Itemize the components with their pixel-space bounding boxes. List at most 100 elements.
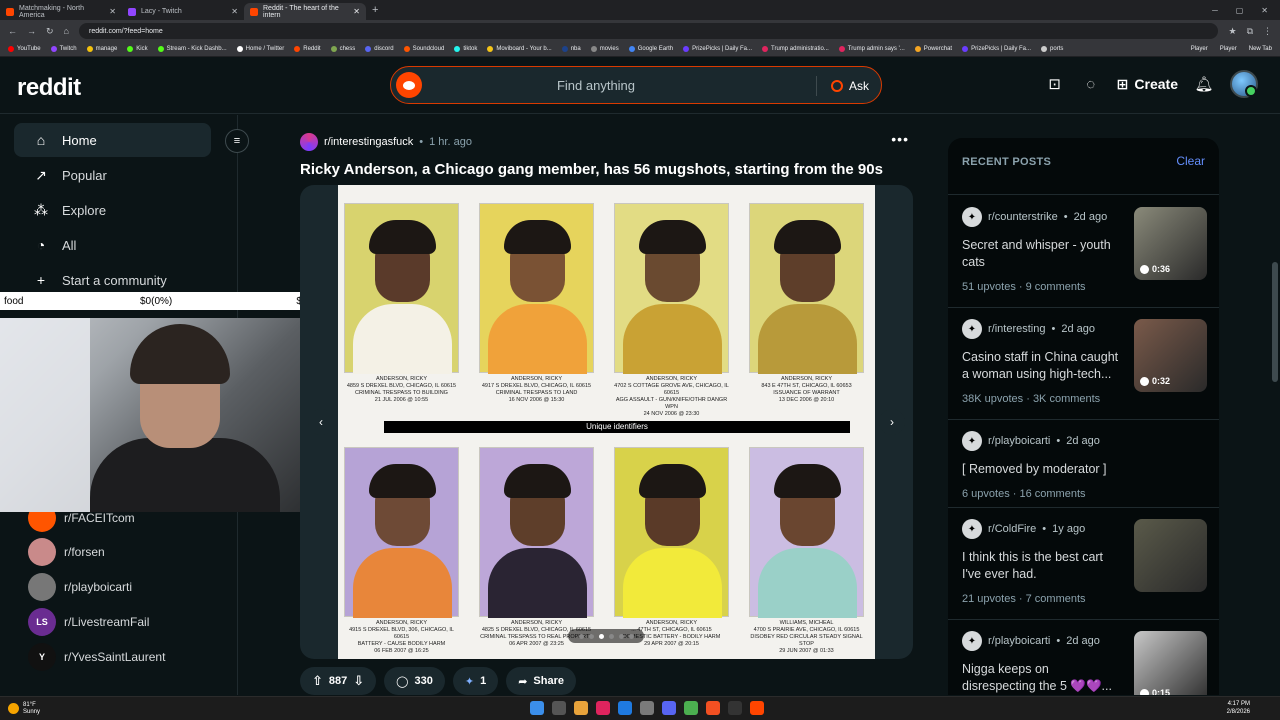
recent-post-title[interactable]: I think this is the best cart I've ever … xyxy=(962,549,1122,583)
recent-post-thumbnail[interactable] xyxy=(1134,519,1207,592)
bookmark-item[interactable]: YouTube xyxy=(8,46,41,52)
downvote-arrow-icon[interactable]: ⇩ xyxy=(353,673,364,689)
recent-post-item[interactable]: ✦ r/interesting • 2d ago Casino staff in Chi… xyxy=(962,319,1207,405)
search-bar[interactable]: Ask xyxy=(390,66,882,104)
create-button[interactable]: ⊞ Create xyxy=(1117,76,1178,93)
menu-kebab-icon[interactable]: ⋮ xyxy=(1263,26,1272,37)
minimize-icon[interactable]: ─ xyxy=(1212,6,1218,15)
close-window-icon[interactable]: ✕ xyxy=(1261,6,1268,15)
user-avatar[interactable] xyxy=(1230,70,1258,98)
bookmark-item[interactable]: discord xyxy=(365,46,394,52)
bookmark-item[interactable]: Player xyxy=(1220,46,1237,52)
recent-subreddit[interactable]: r/playboicarti xyxy=(988,435,1050,447)
taskbar-search-icon[interactable] xyxy=(552,701,566,715)
sidebar-item-popular[interactable]: ↗ Popular xyxy=(14,158,211,192)
recent-subreddit[interactable]: r/playboicarti xyxy=(988,635,1050,647)
post-overflow-menu-icon[interactable]: ••• xyxy=(891,131,909,147)
bookmark-item[interactable]: tiktok xyxy=(454,46,477,52)
recent-post-item[interactable]: ✦ r/playboicarti • 2d ago Nigga keeps on dis… xyxy=(962,631,1207,695)
recent-subreddit[interactable]: r/counterstrike xyxy=(988,211,1058,223)
new-tab-icon[interactable]: + xyxy=(372,4,378,16)
bookmark-item[interactable]: Moviboard - Your b... xyxy=(487,46,552,52)
bookmark-item[interactable]: manage xyxy=(86,46,117,52)
bookmark-item[interactable]: Trump administratio... xyxy=(762,46,829,52)
bookmark-item[interactable]: Trump admin says '... xyxy=(838,46,905,52)
recent-post-item[interactable]: ✦ r/playboicarti • 2d ago [ Removed by moder… xyxy=(962,431,1207,500)
advertise-icon[interactable]: ⊡ xyxy=(1045,74,1065,94)
recent-subreddit[interactable]: r/interesting xyxy=(988,323,1045,335)
start-windows-icon[interactable] xyxy=(530,701,544,715)
recent-post-item[interactable]: ✦ r/counterstrike • 2d ago Secret and whispe… xyxy=(962,207,1207,293)
bookmark-item[interactable]: PrizePicks | Daily Fa... xyxy=(683,46,752,52)
chat-icon[interactable]: ◌ xyxy=(1081,74,1101,94)
bookmark-item[interactable]: Twitch xyxy=(50,46,77,52)
recent-post-thumbnail[interactable]: 0:36 xyxy=(1134,207,1207,280)
maximize-icon[interactable]: ▢ xyxy=(1236,6,1244,15)
url-field[interactable]: reddit.com/?feed=home xyxy=(78,23,1219,39)
carousel-dot[interactable] xyxy=(578,633,584,639)
subreddit-link[interactable]: r/interestingasfuck xyxy=(324,136,413,148)
page-scrollbar[interactable] xyxy=(1272,262,1278,382)
home-browser-icon[interactable]: ⌂ xyxy=(64,26,69,36)
bookmark-item[interactable]: Player xyxy=(1191,46,1208,52)
system-clock[interactable]: 4:17 PM 2/8/2026 xyxy=(1227,700,1250,716)
recent-post-title[interactable]: Casino staff in China caught a woman usi… xyxy=(962,349,1122,383)
ask-button[interactable]: Ask xyxy=(815,76,869,96)
notifications-bell-icon[interactable]: 🔔︎ xyxy=(1194,74,1214,94)
bookmark-item[interactable]: Google Earth xyxy=(628,46,673,52)
bookmark-item[interactable]: movies xyxy=(590,46,619,52)
bookmark-item[interactable]: Stream - Kick Dashb... xyxy=(157,46,227,52)
sidebar-community-item[interactable]: Yr/YvesSaintLaurent xyxy=(28,643,165,671)
bookmark-item[interactable]: chess xyxy=(330,46,355,52)
carousel-dot[interactable] xyxy=(608,633,614,639)
browser-tab-twitch[interactable]: Lacy - Twitch ✕ xyxy=(122,3,244,20)
forward-icon[interactable]: → xyxy=(27,26,36,36)
award-button[interactable]: ✦ 1 xyxy=(452,667,499,695)
bookmark-item[interactable]: Kick xyxy=(127,46,148,52)
sidebar-item-home[interactable]: ⌂ Home xyxy=(14,123,211,157)
carousel-dot[interactable] xyxy=(618,633,624,639)
close-icon[interactable]: ✕ xyxy=(353,7,360,16)
sidebar-community-item[interactable]: LS r/LivestreamFail xyxy=(28,608,149,636)
subreddit-icon[interactable] xyxy=(300,133,318,151)
browser-tab-matchmaking[interactable]: Matchmaking - North America ✕ xyxy=(0,3,122,20)
bookmark-item[interactable]: Powerchat xyxy=(914,46,952,52)
bookmark-item[interactable]: New Tab xyxy=(1249,46,1272,52)
app-icon[interactable] xyxy=(640,701,654,715)
carousel-dot[interactable] xyxy=(598,633,604,639)
browser-tab-reddit[interactable]: Reddit - The heart of the intern ✕ xyxy=(244,3,366,20)
close-icon[interactable]: ✕ xyxy=(231,7,238,16)
post-title[interactable]: Ricky Anderson, a Chicago gang member, h… xyxy=(300,161,883,178)
carousel-dot[interactable] xyxy=(628,633,634,639)
sidebar-community-item[interactable]: r/forsen xyxy=(28,538,105,566)
extensions-icon[interactable]: ⧉ xyxy=(1247,26,1253,37)
clear-recent-button[interactable]: Clear xyxy=(1176,154,1205,168)
sidebar-item-all[interactable]: ◔ All xyxy=(14,228,211,262)
reddit-logo[interactable]: reddit xyxy=(17,74,81,102)
back-icon[interactable]: ← xyxy=(8,26,17,36)
bookmark-item[interactable]: Soundcloud xyxy=(403,46,444,52)
sidebar-item-explore[interactable]: ⁂ Explore xyxy=(14,193,211,227)
discord-app-icon[interactable] xyxy=(662,701,676,715)
sidebar-collapse-button[interactable]: ≡ xyxy=(225,129,249,153)
upvote-arrow-icon[interactable]: ⇧ xyxy=(312,673,323,689)
bookmark-item[interactable]: Home / Twitter xyxy=(236,46,284,52)
office-app-icon[interactable] xyxy=(706,701,720,715)
search-input[interactable] xyxy=(391,67,801,103)
weather-widget[interactable]: 81°F Sunny xyxy=(8,702,40,716)
recent-post-thumbnail[interactable]: 0:32 xyxy=(1134,319,1207,392)
reload-icon[interactable]: ↻ xyxy=(46,26,54,37)
brave-app-icon[interactable] xyxy=(750,701,764,715)
recent-subreddit[interactable]: r/ColdFire xyxy=(988,523,1036,535)
recent-post-title[interactable]: [ Removed by moderator ] xyxy=(962,461,1122,478)
bookmark-item[interactable]: PrizePicks | Daily Fa... xyxy=(962,46,1031,52)
chrome-active-app-icon[interactable] xyxy=(684,701,698,715)
recent-post-thumbnail[interactable]: 0:15 xyxy=(1134,631,1207,695)
carousel-dot[interactable] xyxy=(588,633,594,639)
terminal-app-icon[interactable] xyxy=(728,701,742,715)
carousel-next-button[interactable]: › xyxy=(879,409,905,435)
share-button[interactable]: ➦ Share xyxy=(506,667,576,695)
post-media-carousel[interactable]: Unique identifiers ANDERSON, RICKY 4859 S… xyxy=(300,185,913,659)
sidebar-community-item[interactable]: r/playboicarti xyxy=(28,573,132,601)
recent-post-title[interactable]: Nigga keeps on disrespecting the 5 💜💜... xyxy=(962,661,1122,695)
